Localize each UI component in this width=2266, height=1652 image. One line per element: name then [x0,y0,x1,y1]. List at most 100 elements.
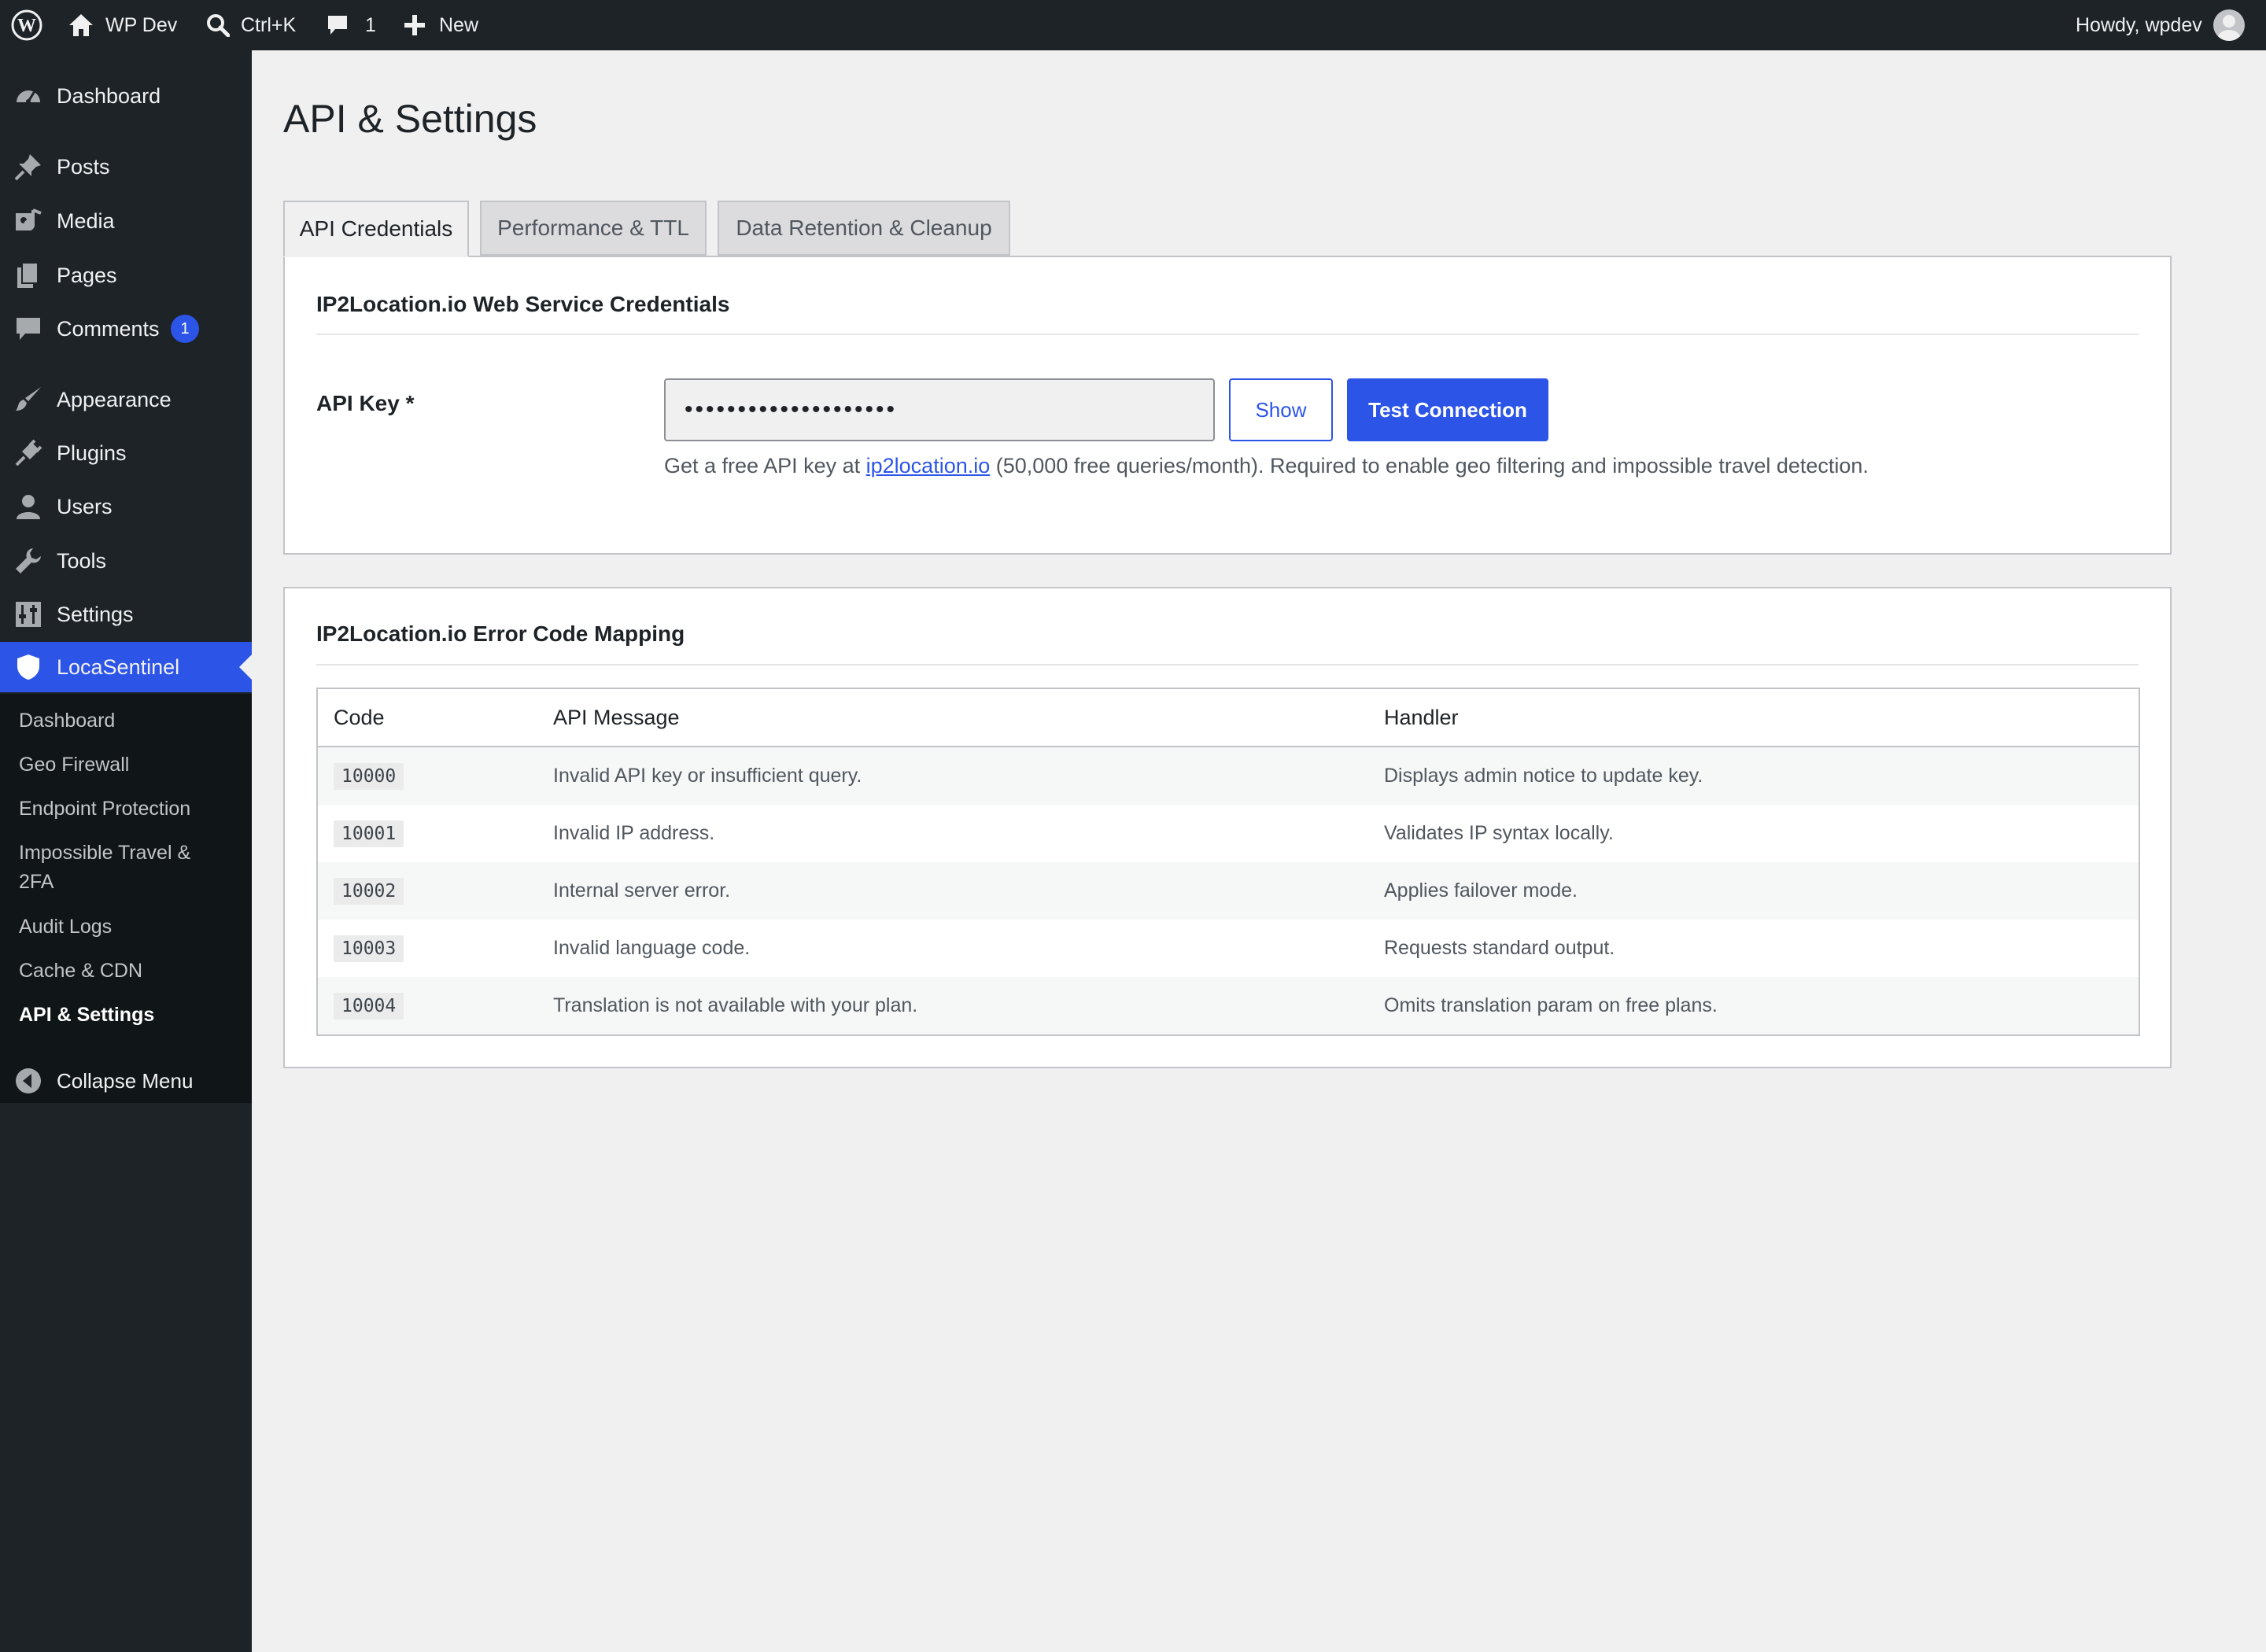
sidebar-item-appearance[interactable]: Appearance [0,374,252,425]
user-icon [14,492,42,521]
avatar [2212,9,2245,41]
comment-icon [14,315,42,343]
description-text: Get a free API key at [664,454,866,478]
plus-icon [403,13,426,37]
media-icon [14,207,42,235]
show-key-button[interactable]: Show [1229,378,1333,441]
handler-cell: Validates IP syntax locally. [1384,822,1614,844]
admin-sidebar: Dashboard Posts Media Pages Comments 1 A… [0,50,252,1652]
sidebar-item-users[interactable]: Users [0,481,252,532]
sliders-icon [14,600,42,629]
submenu-item-cache-cdn[interactable]: Cache & CDN [19,957,239,986]
error-mapping-card-title: IP2Location.io Error Code Mapping [316,621,685,646]
home-icon [68,13,94,38]
sidebar-item-posts[interactable]: Posts [0,142,252,192]
api-key-label: API Key * [316,391,415,415]
error-code: 10001 [334,820,404,847]
message-cell: Translation is not available with your p… [553,994,918,1016]
error-code: 10000 [334,762,404,790]
sidebar-item-media[interactable]: Media [0,196,252,246]
code-cell: 10001 [317,805,537,862]
handler-cell: Requests standard output. [1384,937,1615,959]
message-cell: Invalid IP address. [553,822,715,844]
tab-performance-ttl[interactable]: Performance & TTL [480,201,707,256]
code-cell: 10000 [317,747,537,805]
api-key-input[interactable] [664,378,1215,441]
sidebar-item-label: Pages [57,263,117,287]
comments-link[interactable]: 1 [326,0,376,50]
submenu-item-dashboard[interactable]: Dashboard [19,706,239,736]
sidebar-item-label: Tools [57,548,107,573]
sidebar-item-settings[interactable]: Settings [0,589,252,640]
submenu-item-impossible-travel[interactable]: Impossible Travel & 2FA [19,839,223,897]
sidebar-item-plugins[interactable]: Plugins [0,428,252,478]
error-code-table: Code API Message Handler 10000 Invalid A… [316,688,2140,1036]
submenu-item-api-settings[interactable]: API & Settings [19,1001,239,1030]
message-cell: Invalid API key or insufficient query. [553,765,862,787]
sidebar-item-tools[interactable]: Tools [0,536,252,586]
sidebar-item-label: Dashboard [57,83,161,108]
error-code: 10002 [334,877,404,905]
search-icon [206,13,230,37]
brush-icon [14,385,42,414]
table-row: 10003 Invalid language code. Requests st… [317,920,2139,977]
table-row: 10000 Invalid API key or insufficient qu… [317,747,2139,805]
sidebar-item-label: Plugins [57,441,127,465]
table-header-row: Code API Message Handler [317,688,2139,747]
sidebar-item-label: Media [57,208,115,233]
tab-api-credentials[interactable]: API Credentials [283,201,469,257]
table-row: 10004 Translation is not available with … [317,977,2139,1035]
handler-cell: Omits translation param on free plans. [1384,994,1718,1016]
message-cell: Invalid language code. [553,937,751,959]
sidebar-item-label: LocaSentinel [57,655,180,679]
credentials-card: IP2Location.io Web Service Credentials A… [283,256,2172,555]
new-label: New [439,13,479,36]
credentials-card-title: IP2Location.io Web Service Credentials [316,292,730,316]
tab-data-retention-cleanup[interactable]: Data Retention & Cleanup [718,201,1010,256]
account-menu[interactable]: Howdy, wpdev [2076,0,2245,50]
collapse-menu-button[interactable]: Collapse Menu [0,1056,252,1106]
handler-cell: Applies failover mode. [1384,879,1578,902]
site-name-link[interactable]: WP Dev [68,0,177,50]
error-code: 10003 [334,935,404,962]
sidebar-item-dashboard[interactable]: Dashboard [0,71,252,121]
svg-text:W: W [17,16,36,36]
sidebar-item-pages[interactable]: Pages [0,250,252,301]
search-shortcut-label: Ctrl+K [241,13,297,36]
greeting-label: Howdy, wpdev [2076,13,2202,36]
pages-icon [14,261,42,289]
submenu-item-endpoint-protection[interactable]: Endpoint Protection [19,795,239,824]
collapse-arrow-icon [14,1067,42,1095]
site-name-label: WP Dev [105,13,178,36]
error-code: 10004 [334,992,404,1020]
submenu-item-geo-firewall[interactable]: Geo Firewall [19,750,239,780]
sidebar-item-comments[interactable]: Comments 1 [0,304,252,354]
wordpress-logo-icon[interactable]: W [11,0,42,50]
sidebar-item-locasentinel[interactable]: LocaSentinel [0,642,252,692]
pin-icon [14,153,42,181]
divider [316,334,2139,335]
new-content-link[interactable]: New [403,0,478,50]
test-connection-button[interactable]: Test Connection [1347,378,1548,441]
sidebar-item-label: Posts [57,154,110,179]
divider [316,664,2139,666]
column-header-handler: Handler [1368,688,2139,747]
column-header-code: Code [317,688,537,747]
code-cell: 10002 [317,862,537,920]
collapse-menu-label: Collapse Menu [57,1068,194,1093]
column-header-api-message: API Message [537,688,1368,747]
error-mapping-card: IP2Location.io Error Code Mapping Code A… [283,587,2172,1068]
handler-cell: Displays admin notice to update key. [1384,765,1703,787]
code-cell: 10004 [317,977,537,1035]
dashboard-icon [14,82,42,110]
page-title: API & Settings [283,97,537,141]
admin-bar: W WP Dev Ctrl+K 1 New Howdy, wpdev [0,0,2266,50]
description-text-tail: (50,000 free queries/month). Required to… [990,454,1869,478]
ip2location-link[interactable]: ip2location.io [866,454,991,478]
shield-icon [14,653,42,681]
search-shortcut[interactable]: Ctrl+K [206,0,296,50]
submenu-item-audit-logs[interactable]: Audit Logs [19,913,239,942]
table-row: 10001 Invalid IP address. Validates IP s… [317,805,2139,862]
comments-badge: 1 [171,315,199,343]
code-cell: 10003 [317,920,537,977]
